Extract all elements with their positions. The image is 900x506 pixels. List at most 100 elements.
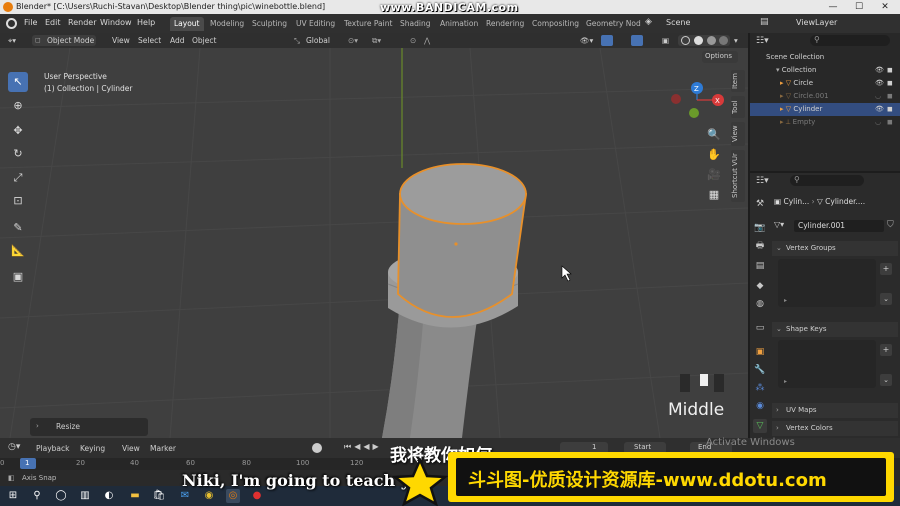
menu-playback[interactable]: Playback	[36, 444, 69, 453]
physics-props-icon[interactable]: ◉	[753, 399, 767, 413]
tab-shortcut-vur[interactable]: Shortcut VUr	[731, 150, 745, 202]
last-operator-panel[interactable]: › Resize	[30, 418, 148, 436]
store-icon[interactable]: 🛍	[152, 489, 166, 503]
tab-sculpting[interactable]: Sculpting	[248, 17, 291, 31]
tab-animation[interactable]: Animation	[436, 17, 482, 31]
vertex-colors-panel-header[interactable]: › Vertex Colors	[772, 421, 898, 436]
minimize-button[interactable]: —	[820, 0, 846, 14]
snap-icon[interactable]: ⧉▾	[372, 36, 381, 46]
eye-closed-icon[interactable]: ◡	[875, 90, 881, 103]
outliner-item-empty[interactable]: ▸ ⟂ Empty ◡ ◼	[750, 116, 900, 129]
menu-render[interactable]: Render	[68, 18, 96, 27]
menu-file[interactable]: File	[24, 18, 37, 27]
material-shading-icon[interactable]	[707, 36, 716, 45]
collection-props-icon[interactable]: ▭	[753, 321, 767, 335]
camera-icon[interactable]: ◼	[887, 103, 893, 116]
transform-tool[interactable]: ⊡	[8, 191, 28, 211]
timeline-editor-icon[interactable]: ◷▾	[8, 442, 20, 452]
maximize-button[interactable]: ☐	[846, 0, 872, 14]
pan-hand-icon[interactable]: ✋	[705, 146, 723, 164]
rendered-shading-icon[interactable]	[719, 36, 728, 45]
overlay-toggle-icon[interactable]	[631, 35, 643, 46]
shape-key-specials-button[interactable]: ⌄	[880, 374, 892, 386]
scene-collection-row[interactable]: Scene Collection	[750, 51, 900, 64]
list-grip-icon[interactable]: ▸	[784, 378, 787, 385]
collection-row[interactable]: ▾ Collection 👁 ◼	[750, 64, 900, 77]
eye-icon[interactable]: 👁	[875, 103, 884, 116]
blender-menu-icon[interactable]	[6, 18, 17, 29]
falloff-icon[interactable]: ⋀	[424, 36, 430, 45]
wireframe-shading-icon[interactable]	[681, 36, 690, 45]
ortho-grid-icon[interactable]: ▦	[705, 186, 723, 204]
rotate-tool[interactable]: ↻	[8, 144, 28, 164]
blender-taskbar-icon[interactable]: ◎	[226, 489, 240, 503]
3d-viewport[interactable]: Z X User Perspective (1) Collection | Cy…	[0, 48, 748, 438]
tab-texture-paint[interactable]: Texture Paint	[340, 17, 396, 31]
playhead[interactable]: 1	[20, 458, 36, 469]
pivot-icon[interactable]: ⊙▾	[348, 36, 358, 45]
view-layer-icon[interactable]: ▤	[760, 17, 769, 27]
eye-closed-icon[interactable]: ◡	[875, 116, 881, 129]
tab-layout[interactable]: Layout	[170, 17, 204, 31]
view-layer-name[interactable]: ViewLayer	[796, 18, 837, 27]
chrome-icon[interactable]: ◉	[202, 489, 216, 503]
bandicam-taskbar-icon[interactable]: ●	[250, 489, 264, 503]
add-vertex-group-button[interactable]: +	[880, 263, 892, 275]
add-cube-tool[interactable]: ▣	[8, 267, 28, 287]
shading-options-icon[interactable]: ▾	[734, 36, 738, 45]
menu-add[interactable]: Add	[170, 36, 185, 45]
tab-view[interactable]: View	[731, 122, 745, 146]
scene-name[interactable]: Scene	[666, 18, 690, 27]
widgets-icon[interactable]: ▥	[78, 489, 92, 503]
eye-icon[interactable]: 👁	[875, 64, 884, 77]
menu-select[interactable]: Select	[138, 36, 161, 45]
gizmo-toggle-icon[interactable]	[601, 35, 613, 46]
solid-shading-icon[interactable]	[694, 36, 703, 45]
menu-help[interactable]: Help	[137, 18, 155, 27]
annotate-tool[interactable]: ✎	[8, 218, 28, 238]
options-dropdown[interactable]: Options	[702, 51, 738, 63]
search-icon[interactable]: ⚲	[30, 489, 44, 503]
menu-edit[interactable]: Edit	[45, 18, 61, 27]
measure-tool[interactable]: 📐	[8, 241, 28, 261]
mode-selector[interactable]: ◻ Object Mode	[32, 35, 96, 46]
select-box-tool[interactable]: ↖	[8, 72, 28, 92]
editor-type-icon[interactable]: ⌖▾	[8, 36, 16, 46]
world-props-icon[interactable]: ◍	[753, 297, 767, 311]
eye-icon[interactable]: 👁	[875, 77, 884, 90]
menu-keying[interactable]: Keying	[80, 444, 105, 453]
tab-compositing[interactable]: Compositing	[528, 17, 583, 31]
list-grip-icon[interactable]: ▸	[784, 297, 787, 304]
tab-geometry-nodes[interactable]: Geometry Nod	[582, 17, 645, 31]
tool-props-icon[interactable]: ⚒	[753, 197, 767, 211]
output-props-icon[interactable]: 🖶	[753, 239, 767, 253]
vertex-group-specials-button[interactable]: ⌄	[880, 293, 892, 305]
camera-icon[interactable]: ◼	[887, 116, 893, 129]
view-layer-props-icon[interactable]: ▤	[753, 259, 767, 273]
camera-view-icon[interactable]: 🎥	[705, 166, 723, 184]
tab-item[interactable]: Item	[731, 70, 745, 92]
record-keyframe-icon[interactable]	[312, 443, 322, 453]
shape-keys-panel-header[interactable]: ⌄ Shape Keys	[772, 322, 898, 337]
particles-props-icon[interactable]: ⁂	[753, 381, 767, 395]
tab-tool[interactable]: Tool	[731, 96, 745, 118]
render-props-icon[interactable]: 📷	[753, 221, 767, 235]
xray-icon[interactable]: ▣	[662, 36, 669, 45]
properties-editor-icon[interactable]: ☷▾	[756, 176, 769, 186]
move-tool[interactable]: ✥	[8, 121, 28, 141]
outliner-item-cylinder[interactable]: ▸ ▽ Cylinder 👁 ◼	[750, 103, 900, 116]
windows-start-icon[interactable]: ⊞	[6, 489, 20, 503]
outliner-item-circle[interactable]: ▸ ▽ Circle 👁 ◼	[750, 77, 900, 90]
menu-view[interactable]: View	[112, 36, 130, 45]
vertex-groups-list[interactable]: ▸	[778, 259, 876, 307]
modifier-props-icon[interactable]: 🔧	[753, 363, 767, 377]
menu-view-timeline[interactable]: View	[122, 444, 140, 453]
outliner-search-input[interactable]: ⚲	[810, 35, 890, 46]
visibility-icon[interactable]: 👁▾	[580, 36, 593, 45]
object-props-icon[interactable]: ▣	[753, 345, 767, 359]
add-shape-key-button[interactable]: +	[880, 344, 892, 356]
nav-gizmo[interactable]: Z X	[671, 82, 724, 118]
camera-icon[interactable]: ◼	[887, 77, 893, 90]
proportional-edit-icon[interactable]: ⊙	[410, 36, 416, 45]
playback-controls[interactable]: ⏮◀◀▶	[344, 442, 382, 452]
